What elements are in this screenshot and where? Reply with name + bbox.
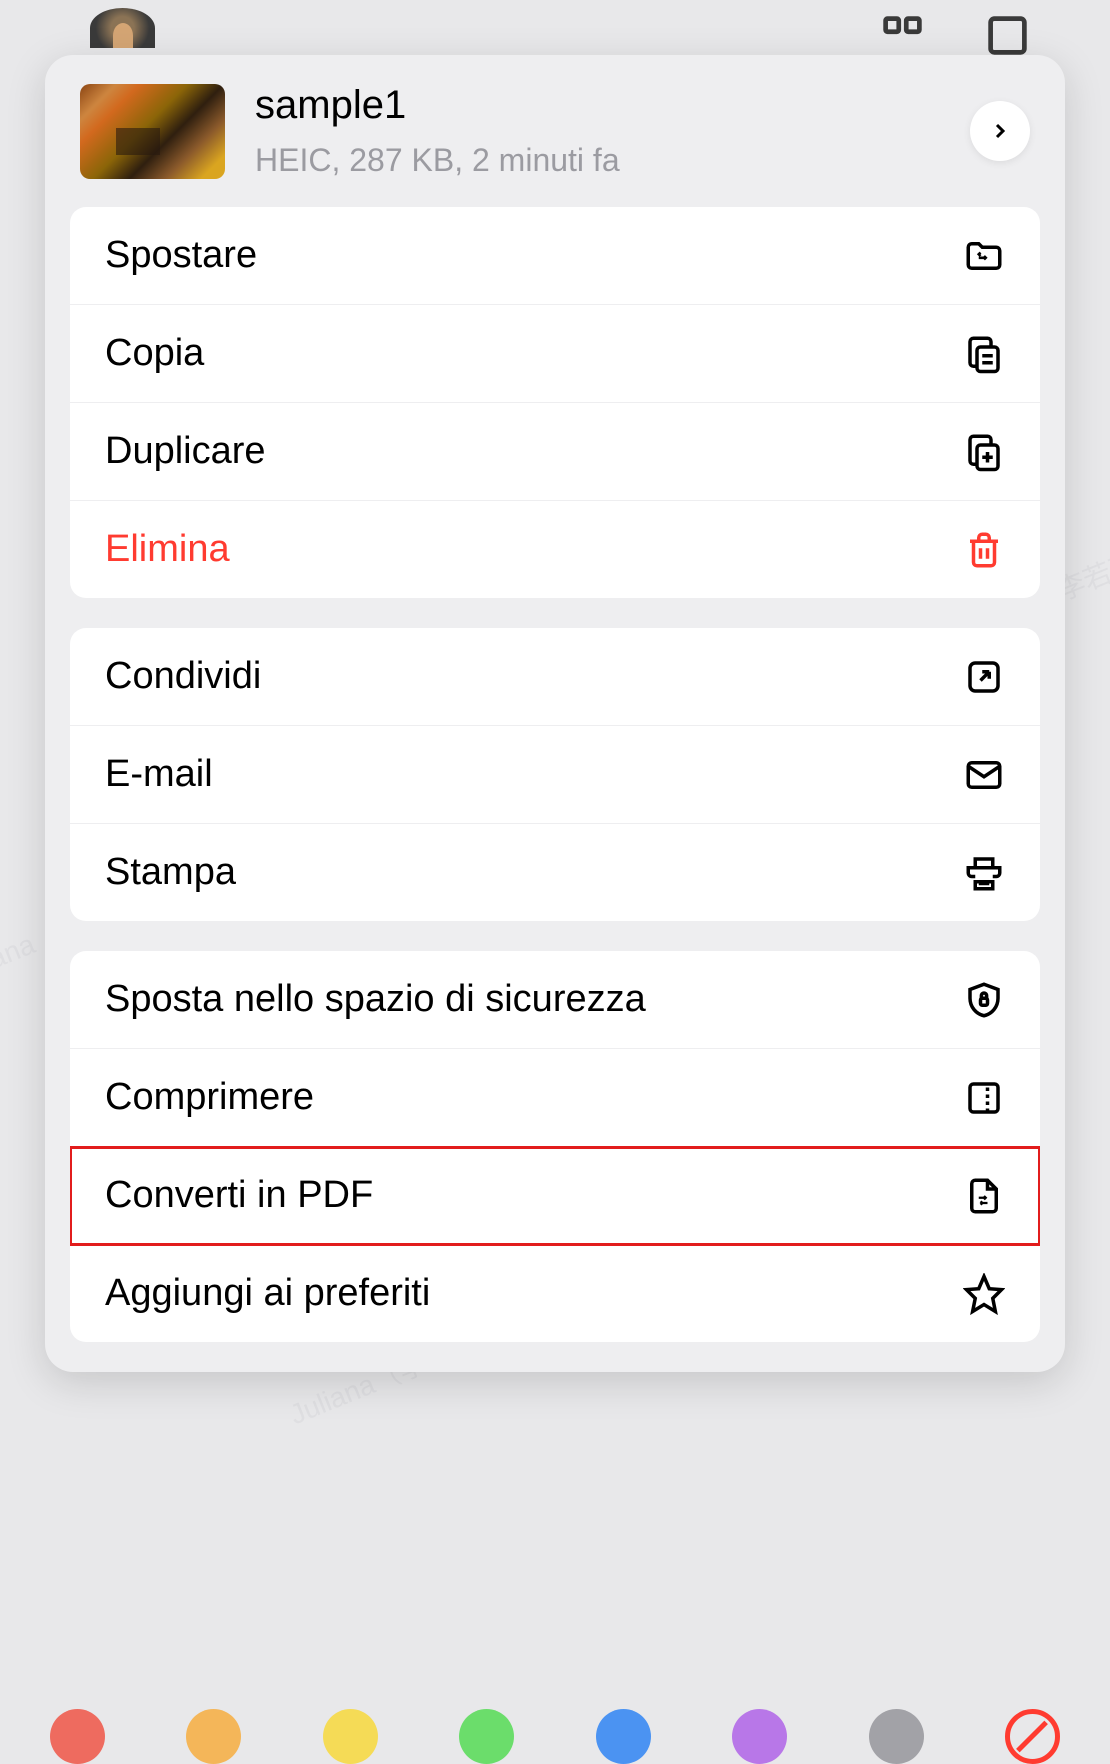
menu-label: Aggiungi ai preferiti [105, 1272, 430, 1315]
color-tag-orange[interactable] [186, 1709, 241, 1764]
file-name: sample1 [255, 83, 940, 128]
menu-label: E-mail [105, 753, 213, 796]
menu-label: Elimina [105, 528, 230, 571]
copy-icon [963, 333, 1005, 375]
folder-move-icon [963, 235, 1005, 277]
color-tag-none[interactable] [1005, 1709, 1060, 1764]
menu-item-share[interactable]: Condividi [70, 628, 1040, 726]
menu-label: Condividi [105, 655, 261, 698]
menu-item-move[interactable]: Spostare [70, 207, 1040, 305]
menu-item-move-secure[interactable]: Sposta nello spazio di sicurezza [70, 951, 1040, 1049]
color-tag-blue[interactable] [596, 1709, 651, 1764]
menu-item-duplicate[interactable]: Duplicare [70, 403, 1040, 501]
color-tag-bar [50, 1689, 1060, 1759]
menu-section-tools: Sposta nello spazio di sicurezza Comprim… [70, 951, 1040, 1342]
color-tag-yellow[interactable] [323, 1709, 378, 1764]
grid-view-icon[interactable] [880, 13, 925, 43]
compress-icon [963, 1077, 1005, 1119]
mail-icon [963, 754, 1005, 796]
trash-icon [963, 529, 1005, 571]
menu-item-convert-pdf[interactable]: Converti in PDF [70, 1147, 1040, 1245]
convert-icon [963, 1175, 1005, 1217]
star-icon [963, 1273, 1005, 1315]
shield-lock-icon [963, 979, 1005, 1021]
context-menu-popup: sample1 HEIC, 287 KB, 2 minuti fa Sposta… [45, 55, 1065, 1372]
menu-item-copy[interactable]: Copia [70, 305, 1040, 403]
menu-section-file-ops: Spostare Copia Duplicare Elimina [70, 207, 1040, 598]
file-details-button[interactable] [970, 101, 1030, 161]
avatar[interactable] [90, 8, 155, 48]
sort-down-icon[interactable] [985, 13, 1030, 43]
menu-label: Stampa [105, 851, 236, 894]
menu-item-email[interactable]: E-mail [70, 726, 1040, 824]
color-tag-green[interactable] [459, 1709, 514, 1764]
menu-label: Sposta nello spazio di sicurezza [105, 978, 646, 1021]
color-tag-purple[interactable] [732, 1709, 787, 1764]
menu-label: Spostare [105, 234, 257, 277]
menu-section-share: Condividi E-mail Stampa [70, 628, 1040, 921]
color-tag-red[interactable] [50, 1709, 105, 1764]
menu-item-delete[interactable]: Elimina [70, 501, 1040, 598]
menu-label: Converti in PDF [105, 1174, 373, 1217]
menu-label: Duplicare [105, 430, 266, 473]
file-meta: HEIC, 287 KB, 2 minuti fa [255, 142, 940, 179]
menu-item-compress[interactable]: Comprimere [70, 1049, 1040, 1147]
menu-item-print[interactable]: Stampa [70, 824, 1040, 921]
top-nav-bar [0, 0, 1110, 55]
menu-label: Comprimere [105, 1076, 314, 1119]
menu-label: Copia [105, 332, 204, 375]
color-tag-gray[interactable] [869, 1709, 924, 1764]
printer-icon [963, 852, 1005, 894]
menu-item-favorite[interactable]: Aggiungi ai preferiti [70, 1245, 1040, 1342]
chevron-right-icon [988, 119, 1012, 143]
duplicate-icon [963, 431, 1005, 473]
share-icon [963, 656, 1005, 698]
file-header: sample1 HEIC, 287 KB, 2 minuti fa [45, 55, 1065, 207]
file-thumbnail [80, 84, 225, 179]
